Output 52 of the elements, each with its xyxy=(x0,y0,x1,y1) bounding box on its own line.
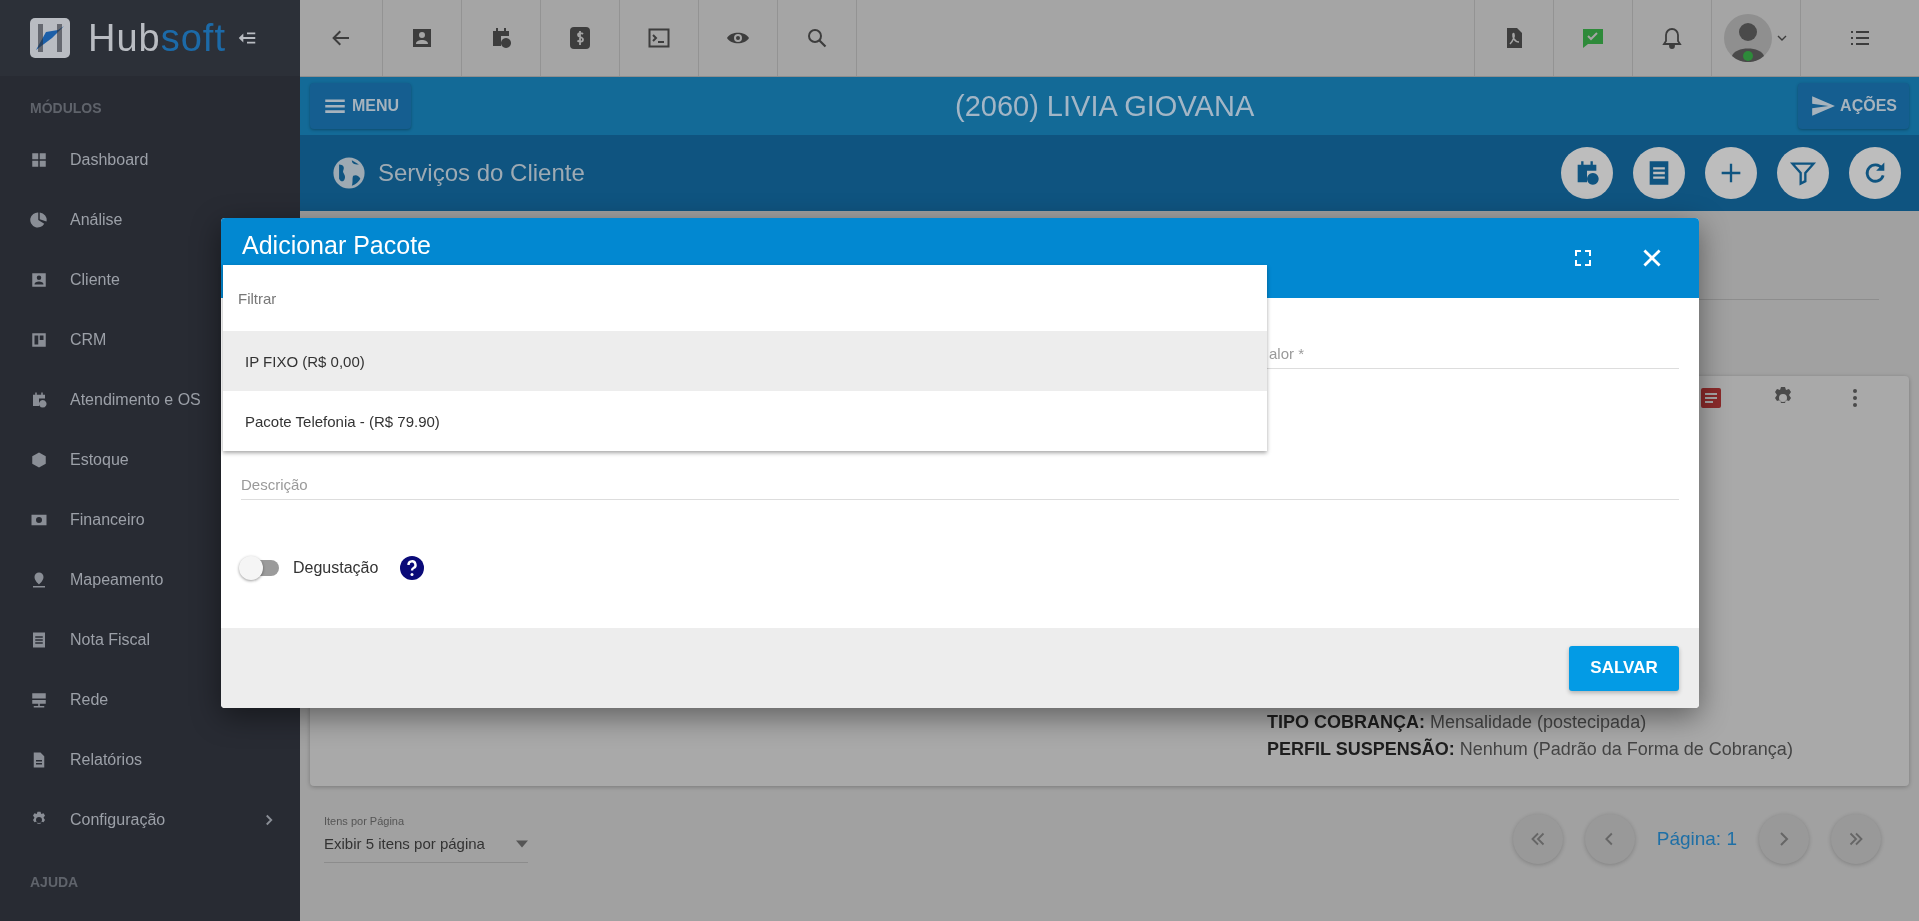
sidebar-item[interactable]: Nota Fiscal xyxy=(0,610,300,670)
section-title: Serviços do Cliente xyxy=(378,159,585,187)
brand-name: Hubsoft xyxy=(88,16,226,60)
receipt-button[interactable] xyxy=(1633,147,1685,199)
terminal-icon[interactable] xyxy=(647,26,671,50)
search-icon[interactable] xyxy=(805,26,829,50)
description-field[interactable]: Descrição xyxy=(241,469,1679,500)
grid-icon xyxy=(30,151,48,169)
pie-chart-icon xyxy=(30,211,48,229)
avatar-icon[interactable] xyxy=(1724,14,1772,62)
menu-button[interactable]: MENU xyxy=(310,83,412,129)
section-heading: AJUDA xyxy=(29,873,80,892)
box-icon xyxy=(30,451,48,469)
map-pin-icon xyxy=(30,571,48,589)
globe-icon xyxy=(332,156,366,190)
section-heading: MÓDULOS xyxy=(29,98,103,118)
logo-icon xyxy=(30,18,70,58)
help-icon[interactable] xyxy=(400,556,425,580)
toggle-label: Degustação xyxy=(293,559,379,577)
service-detail: TIPO COBRANÇA: Mensalidade (postecipada) xyxy=(1267,712,1648,733)
receipt-icon xyxy=(30,631,48,649)
sidebar-item[interactable]: Dashboard xyxy=(0,130,300,190)
schedule-button[interactable] xyxy=(1561,147,1613,199)
page-indicator: Página: 1 xyxy=(1656,828,1737,850)
actions-button[interactable]: AÇÕES xyxy=(1798,83,1909,129)
notes-icon[interactable] xyxy=(1699,386,1723,410)
chat-check-icon[interactable] xyxy=(1581,26,1605,50)
items-per-page-select[interactable]: Exibir 5 itens por página xyxy=(324,835,528,863)
client-title: (2060) LIVIA GIOVANA xyxy=(954,89,1255,123)
dollar-icon[interactable] xyxy=(568,26,592,50)
save-button[interactable]: SALVAR xyxy=(1569,645,1679,691)
field-label: Itens por Página xyxy=(324,815,406,827)
service-detail: PERFIL SUSPENSÃO: Nenhum (Padrão da Forma de Cobrança) xyxy=(1267,739,1794,760)
dialog-title: Adicionar Pacote xyxy=(242,230,432,260)
bell-icon[interactable] xyxy=(1660,26,1684,50)
filter-button[interactable] xyxy=(1777,147,1829,199)
sidebar-item[interactable]: Relatórios xyxy=(0,730,300,790)
board-icon xyxy=(30,331,48,349)
sidebar-item[interactable]: Configuração xyxy=(0,790,300,850)
add-button[interactable] xyxy=(1705,147,1757,199)
chevron-right-icon xyxy=(1779,832,1789,846)
dropdown-option[interactable]: Pacote Telefonia - (R$ 79.90) xyxy=(223,391,1267,451)
caret-icon xyxy=(516,839,528,848)
dropdown-option[interactable]: IP FIXO (R$ 0,00) xyxy=(223,331,1267,391)
server-icon xyxy=(30,691,48,709)
contact-card-icon[interactable] xyxy=(410,26,434,50)
send-icon xyxy=(1810,93,1837,119)
contact-card-icon xyxy=(30,271,48,289)
refresh-button[interactable] xyxy=(1849,147,1901,199)
filter-field[interactable]: Filtrar xyxy=(223,265,1267,331)
sidebar-item[interactable]: Rede xyxy=(0,670,300,730)
calendar-clock-icon xyxy=(30,391,48,409)
